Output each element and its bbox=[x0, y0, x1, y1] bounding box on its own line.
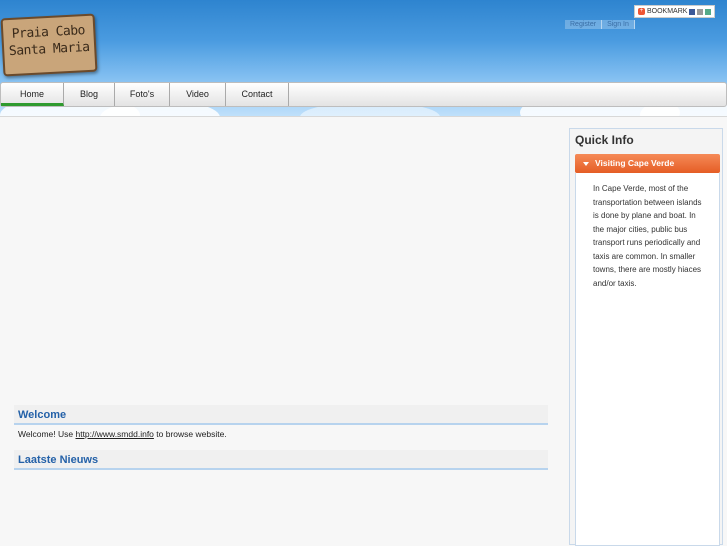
nav-fotos[interactable]: Foto's bbox=[115, 83, 170, 106]
website-link[interactable]: http://www.smdd.info bbox=[75, 429, 153, 439]
accordion-header-visiting[interactable]: Visiting Cape Verde bbox=[575, 154, 720, 173]
nav-contact[interactable]: Contact bbox=[226, 83, 289, 106]
bookmark-label: BOOKMARK bbox=[647, 8, 688, 15]
accordion-title: Visiting Cape Verde bbox=[595, 158, 675, 168]
quick-info-sidebar: Quick Info Visiting Cape Verde In Cape V… bbox=[569, 128, 723, 546]
accordion-body: In Cape Verde, most of the transportatio… bbox=[575, 173, 720, 546]
share-icon bbox=[697, 8, 704, 15]
nav-home[interactable]: Home bbox=[1, 83, 64, 106]
sign-in-link[interactable]: Sign In bbox=[602, 20, 635, 29]
logo-line2: Santa Maria bbox=[8, 39, 90, 60]
nav-video[interactable]: Video bbox=[170, 83, 226, 106]
welcome-suffix: to browse website. bbox=[153, 429, 227, 439]
welcome-prefix: Welcome! Use bbox=[18, 429, 76, 439]
header-divider bbox=[0, 116, 727, 117]
sidebar-title: Quick Info bbox=[575, 133, 634, 147]
news-title: Laatste Nieuws bbox=[14, 450, 548, 470]
top-links: Register Sign In bbox=[565, 20, 635, 29]
header-banner: Praia Cabo Santa Maria + BOOKMARK Regist… bbox=[0, 0, 727, 116]
main-nav: Home Blog Foto's Video Contact bbox=[0, 82, 727, 107]
plus-icon: + bbox=[638, 8, 645, 15]
facebook-icon bbox=[689, 8, 696, 15]
welcome-title: Welcome bbox=[14, 405, 548, 425]
register-link[interactable]: Register bbox=[565, 20, 603, 29]
digg-icon bbox=[705, 8, 712, 15]
site-logo[interactable]: Praia Cabo Santa Maria bbox=[0, 13, 98, 77]
triangle-down-icon bbox=[583, 161, 589, 166]
bookmark-button[interactable]: + BOOKMARK bbox=[634, 5, 716, 18]
nav-blog[interactable]: Blog bbox=[64, 83, 115, 106]
welcome-text: Welcome! Use http://www.smdd.info to bro… bbox=[18, 429, 227, 439]
